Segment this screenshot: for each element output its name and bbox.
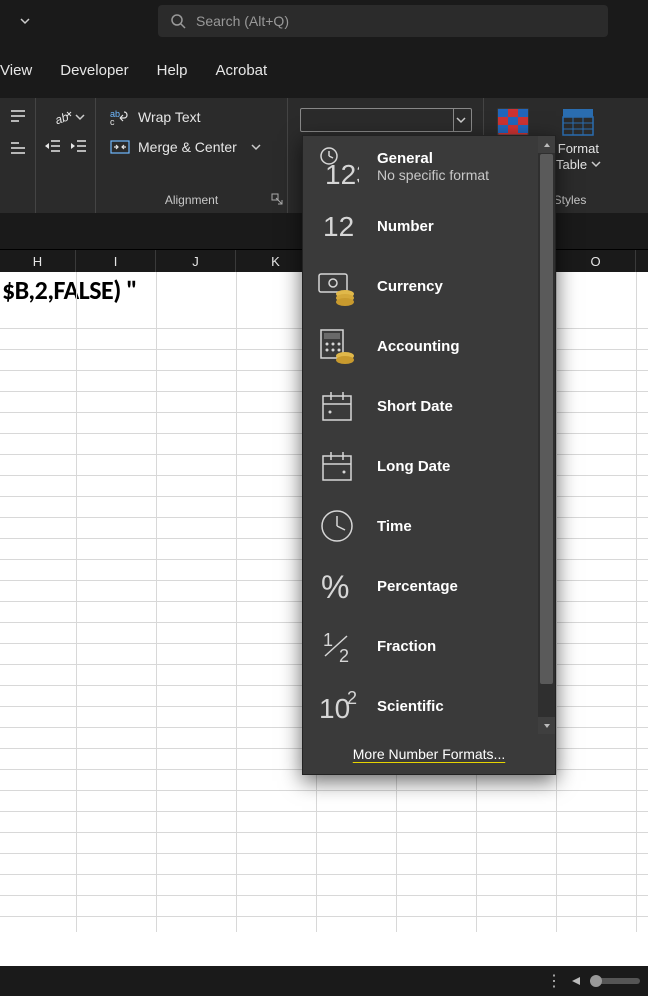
cell-content: $B,2,FALSE) " [2, 274, 137, 306]
currency-icon [315, 264, 359, 308]
format-item-currency[interactable]: Currency [303, 256, 555, 316]
wrap-text-label: Wrap Text [138, 109, 201, 125]
format-item-general[interactable]: 123 General No specific format [303, 136, 555, 196]
search-placeholder: Search (Alt+Q) [196, 13, 289, 29]
svg-text:ab: ab [53, 109, 71, 126]
format-item-longdate[interactable]: Long Date [303, 436, 555, 496]
svg-text:10: 10 [319, 693, 350, 724]
fraction-icon: 12 [315, 624, 359, 668]
search-icon [170, 13, 186, 29]
more-number-formats-link[interactable]: More Number Formats... [303, 734, 555, 774]
format-as-table-button[interactable]: FormatTable [552, 107, 605, 172]
alignment-group-label: Alignment [104, 189, 279, 213]
statusbar-options[interactable]: ⋮ [546, 971, 562, 991]
svg-text:c: c [110, 117, 115, 126]
dropdown-scrollbar[interactable] [538, 136, 555, 734]
quick-access-dropdown[interactable] [20, 16, 30, 26]
zoom-slider[interactable] [590, 978, 640, 984]
col-header-H[interactable]: H [0, 250, 76, 272]
number-format-dropdown-toggle[interactable] [453, 109, 469, 131]
col-header-J[interactable]: J [156, 250, 236, 272]
increase-indent-button[interactable] [70, 134, 88, 160]
search-box[interactable]: Search (Alt+Q) [158, 5, 608, 37]
orientation-button[interactable]: ab [44, 104, 94, 130]
scientific-icon: 102 [315, 684, 359, 728]
svg-text:123: 123 [325, 159, 359, 188]
accounting-icon [315, 324, 359, 368]
merge-center-icon [110, 138, 130, 156]
number-format-menu: 123 General No specific format 12 Number… [302, 135, 556, 775]
col-header-I[interactable]: I [76, 250, 156, 272]
svg-text:2: 2 [339, 646, 349, 666]
svg-text:2: 2 [347, 688, 357, 708]
alignment-dialog-launcher[interactable] [271, 193, 285, 207]
wrap-text-icon: abc [110, 108, 130, 126]
decrease-indent-button[interactable] [44, 134, 62, 160]
short-date-icon [315, 384, 359, 428]
conditional-formatting-icon [496, 107, 530, 137]
align-bottom-button[interactable] [4, 134, 32, 160]
align-top-button[interactable] [4, 104, 32, 130]
wrap-text-button[interactable]: abc Wrap Text [104, 104, 279, 130]
number-icon: 12 [315, 204, 359, 248]
long-date-icon [315, 444, 359, 488]
percentage-icon: % [315, 564, 359, 608]
tab-help[interactable]: Help [157, 62, 188, 79]
tab-developer[interactable]: Developer [60, 62, 128, 79]
scroll-thumb[interactable] [540, 154, 553, 684]
svg-text:1: 1 [323, 630, 333, 650]
general-icon: 123 [315, 144, 359, 188]
scroll-up-button[interactable] [538, 136, 555, 153]
format-item-fraction[interactable]: 12 Fraction [303, 616, 555, 676]
format-item-number[interactable]: 12 Number [303, 196, 555, 256]
merge-center-label: Merge & Center [138, 139, 237, 155]
merge-center-button[interactable]: Merge & Center [104, 134, 279, 160]
time-icon [315, 504, 359, 548]
format-item-percentage[interactable]: % Percentage [303, 556, 555, 616]
col-header-O[interactable]: O [556, 250, 636, 272]
number-format-combo[interactable] [300, 108, 472, 132]
status-bar: ⋮ [0, 966, 648, 996]
format-item-time[interactable]: Time [303, 496, 555, 556]
format-item-accounting[interactable]: Accounting [303, 316, 555, 376]
svg-text:%: % [321, 569, 349, 605]
statusbar-play-icon[interactable] [570, 975, 582, 987]
svg-text:12: 12 [323, 211, 354, 242]
tab-acrobat[interactable]: Acrobat [215, 62, 267, 79]
format-item-scientific[interactable]: 102 Scientific [303, 676, 555, 734]
format-table-icon [561, 107, 595, 137]
format-item-shortdate[interactable]: Short Date [303, 376, 555, 436]
scroll-down-button[interactable] [538, 717, 555, 734]
tab-view[interactable]: View [0, 62, 32, 79]
